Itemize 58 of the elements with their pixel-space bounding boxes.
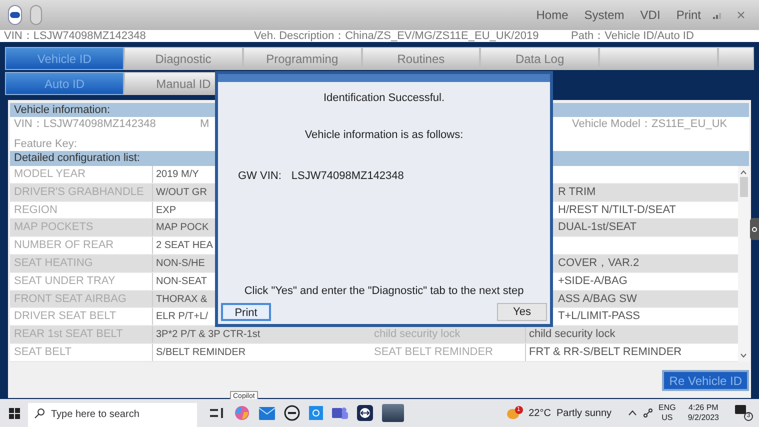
menu-item[interactable]: System (580, 6, 628, 24)
config-label: NUMBER OF REAR (10, 237, 152, 254)
dialog-button[interactable]: Yes (497, 303, 547, 321)
clock-time[interactable]: 4:26 PM (688, 403, 718, 413)
search-field[interactable]: Type here to search (28, 402, 197, 426)
feature-key-text: Feature Key: (14, 137, 78, 152)
config-label: DRIVER SEAT BELT (10, 308, 152, 326)
menu-item[interactable]: VDI (636, 6, 664, 24)
model-text: M (200, 116, 210, 132)
config-label: SEAT BELT (10, 344, 152, 361)
language-text[interactable]: ENG (658, 403, 676, 413)
logo-icon (8, 5, 22, 25)
task-view-icon[interactable] (209, 407, 225, 419)
emblem-icon (30, 5, 42, 25)
chevron-up-icon[interactable] (628, 410, 637, 416)
menu-item[interactable]: Home (532, 6, 572, 24)
config-label: SEAT BELT REMINDER (370, 344, 525, 361)
clock-date[interactable]: 9/2/2023 (688, 413, 719, 423)
close-icon (737, 11, 745, 19)
scroll-down-icon[interactable] (740, 352, 747, 358)
side-handle-icon[interactable] (750, 218, 759, 240)
scroll-up-icon[interactable] (740, 170, 747, 175)
config-label: SEAT UNDER TRAY (10, 272, 152, 290)
vin-text: VIN：LSJW74098MZ142348 (14, 116, 157, 132)
menu-item[interactable]: Print (672, 6, 705, 24)
scrollbar-thumb[interactable] (740, 177, 748, 197)
mail-icon[interactable] (259, 406, 275, 420)
region-text[interactable]: US (662, 413, 673, 423)
dialog-button[interactable]: Print (221, 303, 271, 321)
network-icon[interactable] (642, 408, 653, 418)
path-text: Path：Vehicle ID/Auto ID (571, 30, 694, 42)
config-value: 3P*2 P/T & 3P CTR-1st (152, 326, 370, 343)
config-value: child security lock (525, 326, 738, 343)
vin-text: VIN：LSJW74098MZ142348 (4, 30, 147, 42)
re-vehicle-id-button[interactable]: Re Vehicle ID (662, 370, 749, 391)
vehicle-model-text: Vehicle Model：ZS11E_EU_UK (572, 116, 728, 132)
dialog-subheading: Vehicle information is as follows: (304, 128, 464, 142)
tab[interactable]: Data Log (480, 47, 600, 70)
circle-logo-icon[interactable] (284, 405, 300, 421)
dialog-heading: Identification Successful. (323, 91, 445, 106)
description-text: Veh. Description：China/ZS_EV/MG/ZS11E_EU_UK/2019 (254, 30, 540, 42)
signal-icon (713, 11, 723, 19)
copilot-icon[interactable] (234, 405, 250, 421)
app-thumbnail-icon[interactable] (382, 404, 404, 422)
tab[interactable]: Diagnostic (124, 47, 243, 70)
config-label: REGION (10, 202, 152, 218)
gw-vin-label: GW VIN: (238, 169, 282, 184)
config-value: S/BELT REMINDER (152, 344, 370, 361)
teams-icon[interactable] (332, 406, 348, 420)
search-icon (34, 408, 45, 419)
remote-control-icon[interactable] (357, 405, 373, 421)
scrollbar[interactable] (738, 166, 749, 362)
tab[interactable]: Programming (242, 47, 362, 70)
weather-text[interactable]: 22°C Partly sunny (528, 406, 612, 420)
app-icon[interactable] (309, 406, 323, 420)
config-label: MODEL YEAR (10, 166, 152, 183)
config-value: FRT & RR-S/BELT REMINDER (525, 344, 738, 361)
tab[interactable]: Routines (362, 47, 480, 70)
